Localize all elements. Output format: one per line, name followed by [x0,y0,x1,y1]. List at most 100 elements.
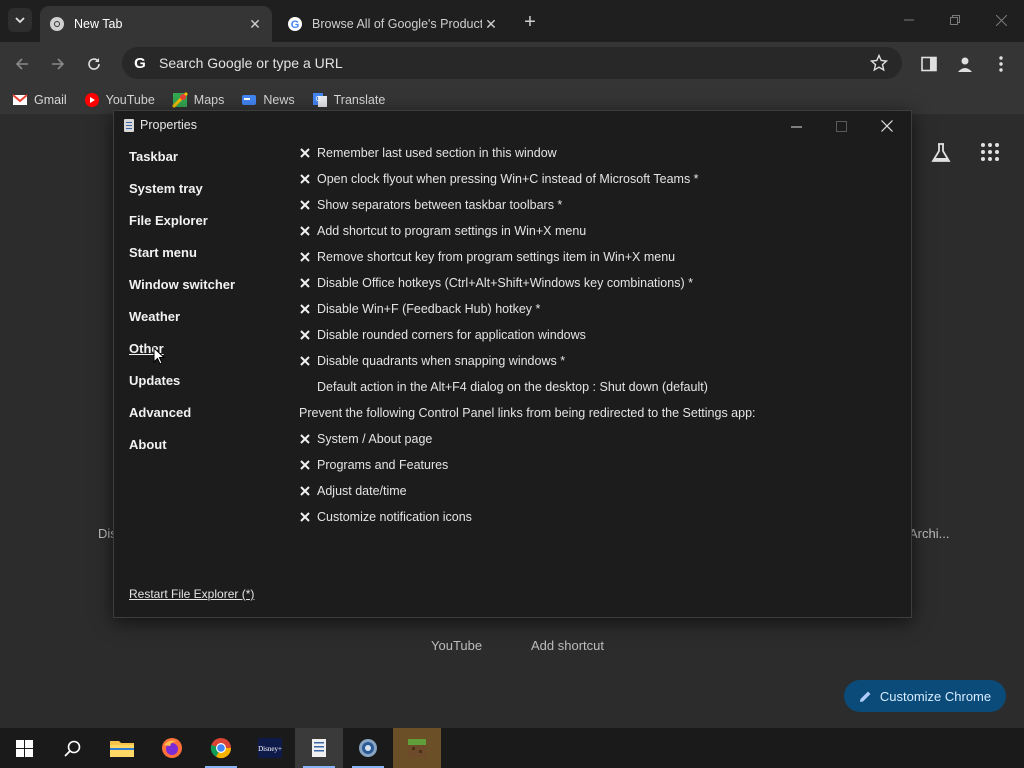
properties-app-icon [124,119,134,132]
taskbar-chrome[interactable] [197,728,245,768]
option-label: System / About page [317,432,433,446]
kebab-menu-icon [999,56,1003,72]
option-remember-section[interactable]: Remember last used section in this windo… [299,143,557,163]
taskbar-file-explorer[interactable] [98,728,146,768]
option-adjust-date-time[interactable]: Adjust date/time [299,481,407,501]
settings-app-icon [359,739,377,757]
window-close-button[interactable] [989,8,1013,32]
taskbar-search-button[interactable] [48,728,96,768]
checked-x-icon [300,330,310,340]
checked-x-icon [300,356,310,366]
bookmark-translate[interactable]: G Translate [312,92,385,108]
checked-x-icon [300,174,310,184]
section-system-tray[interactable]: System tray [129,181,203,196]
dialog-titlebar[interactable]: Properties [114,111,911,141]
section-file-explorer[interactable]: File Explorer [129,213,208,228]
tab-search-button[interactable] [8,8,32,32]
back-button[interactable] [10,52,34,76]
tab-new-tab[interactable]: New Tab ✕ [40,6,272,42]
taskbar-properties-app[interactable] [295,728,343,768]
profile-button[interactable] [954,53,976,75]
window-restore-button[interactable] [943,8,967,32]
bookmark-gmail[interactable]: Gmail [12,92,67,108]
bookmark-label: Maps [193,93,225,107]
disney-plus-icon: Disney+ [258,738,282,758]
option-alt-f4-default-action[interactable]: Default action in the Alt+F4 dialog on t… [299,377,708,397]
forward-button[interactable] [46,52,70,76]
tab-close-icon[interactable]: ✕ [482,15,500,33]
section-updates[interactable]: Updates [129,373,180,388]
translate-icon: G [312,93,327,107]
properties-app-icon [312,739,326,757]
google-apps-button[interactable] [980,142,1000,167]
option-system-about-page[interactable]: System / About page [299,429,432,449]
taskbar-firefox[interactable] [148,728,196,768]
option-disable-office-hotkeys[interactable]: Disable Office hotkeys (Ctrl+Alt+Shift+W… [299,273,693,293]
shortcut-youtube-label[interactable]: YouTube [431,638,482,653]
chrome-menu-button[interactable] [990,53,1012,75]
option-programs-features[interactable]: Programs and Features [299,455,448,475]
reload-button[interactable] [82,52,106,76]
window-minimize-button[interactable] [897,8,921,32]
option-label: Disable rounded corners for application … [317,328,586,342]
svg-text:G: G [291,19,300,31]
section-taskbar[interactable]: Taskbar [129,149,178,164]
option-label: Add shortcut to program settings in Win+… [317,224,587,238]
omnibox[interactable]: G Search Google or type a URL [122,47,902,79]
option-clock-flyout[interactable]: Open clock flyout when pressing Win+C in… [299,169,699,189]
firefox-icon [162,738,182,758]
side-panel-button[interactable] [918,53,940,75]
option-toolbar-separators[interactable]: Show separators between taskbar toolbars… [299,195,562,215]
option-label: Customize notification icons [317,510,472,524]
option-label: Disable quadrants when snapping windows … [317,354,566,368]
profile-avatar-icon [958,57,972,72]
checked-x-icon [300,434,310,444]
add-shortcut-label[interactable]: Add shortcut [531,638,604,653]
tab-close-icon[interactable]: ✕ [246,15,264,33]
option-notification-icons[interactable]: Customize notification icons [299,507,472,527]
option-remove-shortcut-key[interactable]: Remove shortcut key from program setting… [299,247,675,267]
option-disable-quadrants[interactable]: Disable quadrants when snapping windows … [299,351,565,371]
restart-file-explorer-link[interactable]: Restart File Explorer (*) [129,587,254,601]
labs-button[interactable] [930,142,952,169]
svg-text:Disney+: Disney+ [258,745,282,753]
tab-google-products[interactable]: G Browse All of Google's Products ✕ [278,6,508,42]
shortcut-label[interactable]: Archi... [909,526,949,541]
start-button[interactable] [0,728,48,768]
dialog-title: Properties [140,118,197,132]
bookmark-maps[interactable]: Maps [171,92,225,108]
properties-dialog: Properties Taskbar System tray File Expl… [113,110,912,618]
option-disable-win-f[interactable]: Disable Win+F (Feedback Hub) hotkey * [299,299,540,319]
option-label: Programs and Features [317,458,449,472]
bookmark-star-icon[interactable] [870,54,888,72]
dialog-minimize-button[interactable] [782,116,810,136]
customize-chrome-button[interactable]: Customize Chrome [844,680,1006,712]
bookmark-news[interactable]: News [241,92,295,108]
option-winx-shortcut[interactable]: Add shortcut to program settings in Win+… [299,221,586,241]
section-window-switcher[interactable]: Window switcher [129,277,235,292]
taskbar-minecraft[interactable] [393,728,441,768]
taskbar-settings-app[interactable] [344,728,392,768]
apps-grid-icon [981,143,999,161]
new-tab-button[interactable]: + [518,10,542,34]
checked-x-icon [300,460,310,470]
section-weather[interactable]: Weather [129,309,180,324]
google-favicon-icon: G [288,17,302,31]
section-start-menu[interactable]: Start menu [129,245,197,260]
mouse-cursor-icon [153,347,165,365]
section-about[interactable]: About [129,437,167,452]
desktop: New Tab ✕ G Browse All of Google's Produ… [0,0,1024,768]
windows-start-icon [15,739,33,757]
section-advanced[interactable]: Advanced [129,405,191,420]
youtube-icon [84,93,99,107]
svg-text:G: G [134,55,146,72]
maximize-icon [835,120,847,132]
news-icon [242,95,257,105]
close-icon [995,14,1007,26]
taskbar-disney-plus[interactable]: Disney+ [246,728,294,768]
bookmark-youtube[interactable]: YouTube [84,92,155,108]
minimize-icon [904,19,914,21]
dialog-close-button[interactable] [873,116,901,136]
option-disable-rounded-corners[interactable]: Disable rounded corners for application … [299,325,586,345]
arrow-right-icon [52,58,65,70]
